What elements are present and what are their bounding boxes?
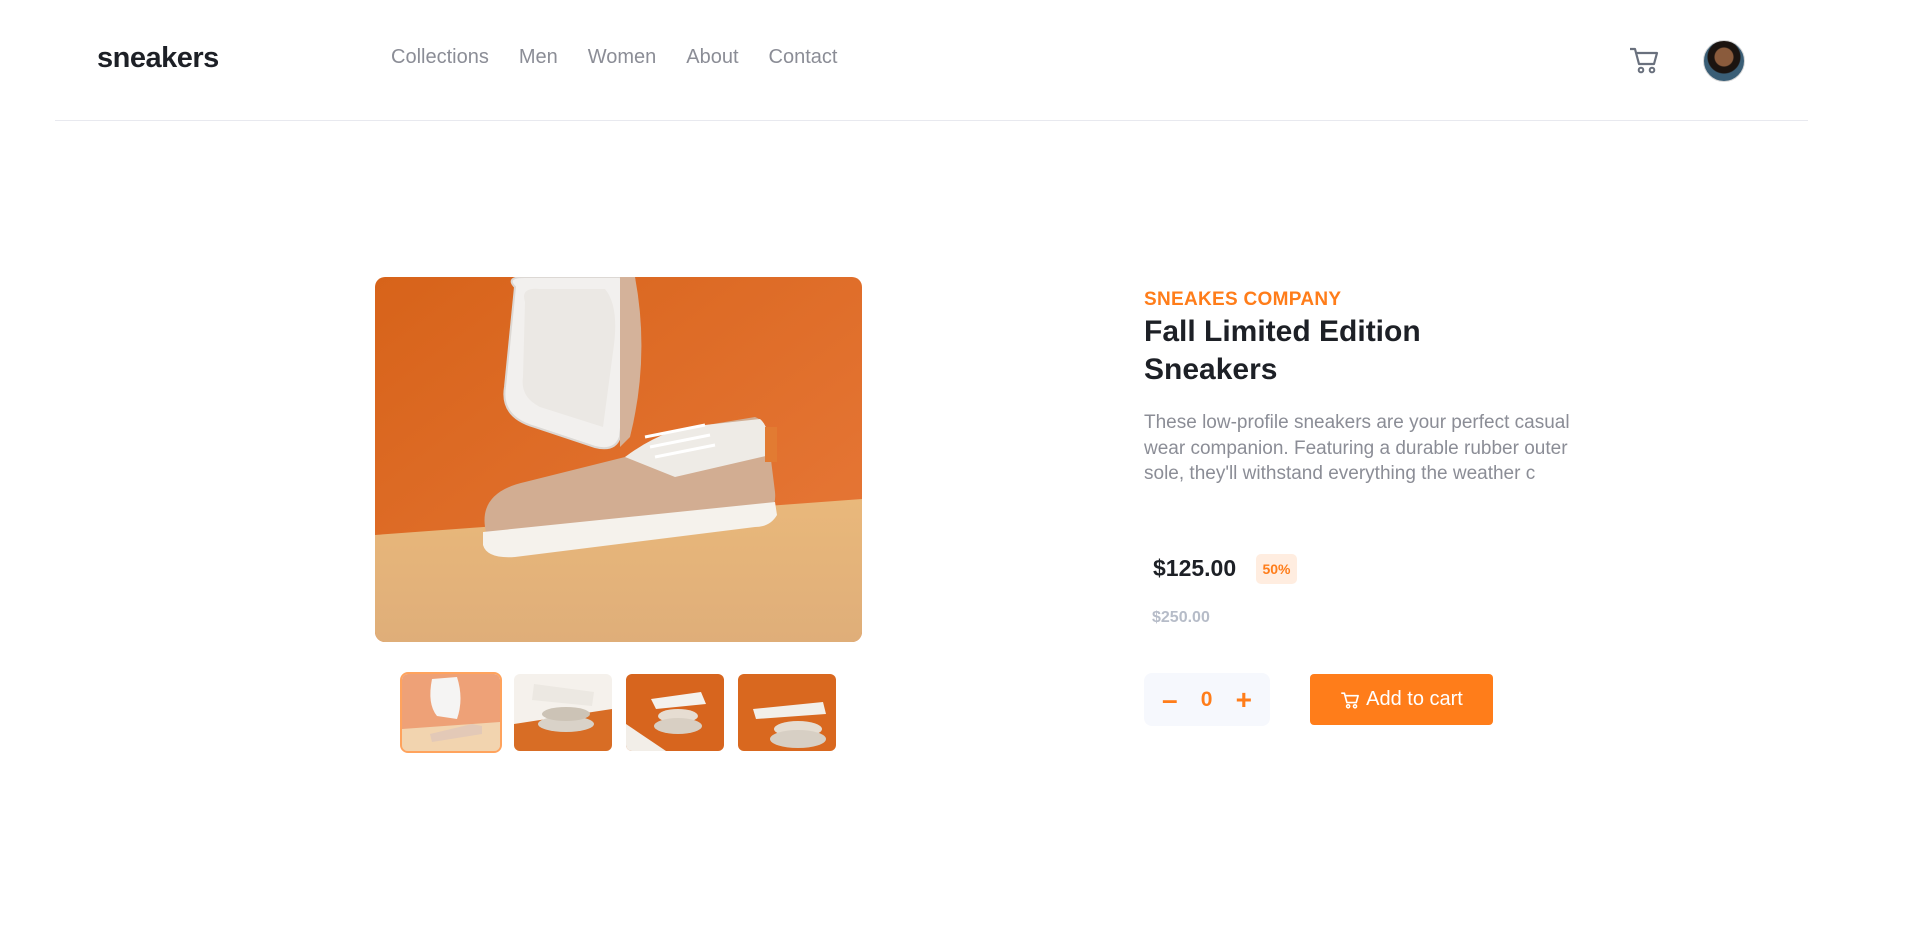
avatar[interactable]: [1703, 40, 1745, 82]
product-description: These low-profile sneakers are your perf…: [1144, 412, 1570, 484]
product-main-image[interactable]: [375, 277, 862, 642]
company-name: SNEAKES COMPANY: [1144, 289, 1342, 310]
current-price: $125.00: [1153, 555, 1237, 581]
add-to-cart-button[interactable]: Add to cart: [1310, 674, 1493, 725]
cart-icon[interactable]: [1628, 44, 1660, 76]
decrease-button[interactable]: –: [1162, 685, 1178, 714]
quantity-value: 0: [1200, 687, 1213, 711]
thumbnail-1[interactable]: [400, 672, 502, 753]
thumbnail-3[interactable]: [624, 672, 726, 753]
discount-badge: 50%: [1256, 554, 1297, 584]
thumbnail-2[interactable]: [512, 672, 614, 753]
increase-button[interactable]: +: [1236, 685, 1252, 714]
cart-icon: [1341, 691, 1360, 709]
product-title: Fall Limited Edition Sneakers: [1144, 315, 1421, 386]
add-to-cart-label: Add to cart: [1366, 688, 1463, 710]
nav-men[interactable]: Men: [519, 46, 558, 69]
nav-women[interactable]: Women: [588, 46, 657, 69]
logo[interactable]: sneakers: [97, 42, 219, 75]
nav-contact[interactable]: Contact: [769, 46, 838, 69]
site-header: sneakers Collections Men Women About Con…: [55, 0, 1808, 121]
thumbnail-4[interactable]: [736, 672, 838, 753]
original-price: $250.00: [1152, 609, 1210, 626]
main-nav: Collections Men Women About Contact: [391, 46, 837, 69]
thumbnail-strip: [400, 672, 838, 753]
nav-about[interactable]: About: [686, 46, 738, 69]
nav-collections[interactable]: Collections: [391, 46, 489, 69]
quantity-stepper: – 0 +: [1144, 673, 1270, 726]
